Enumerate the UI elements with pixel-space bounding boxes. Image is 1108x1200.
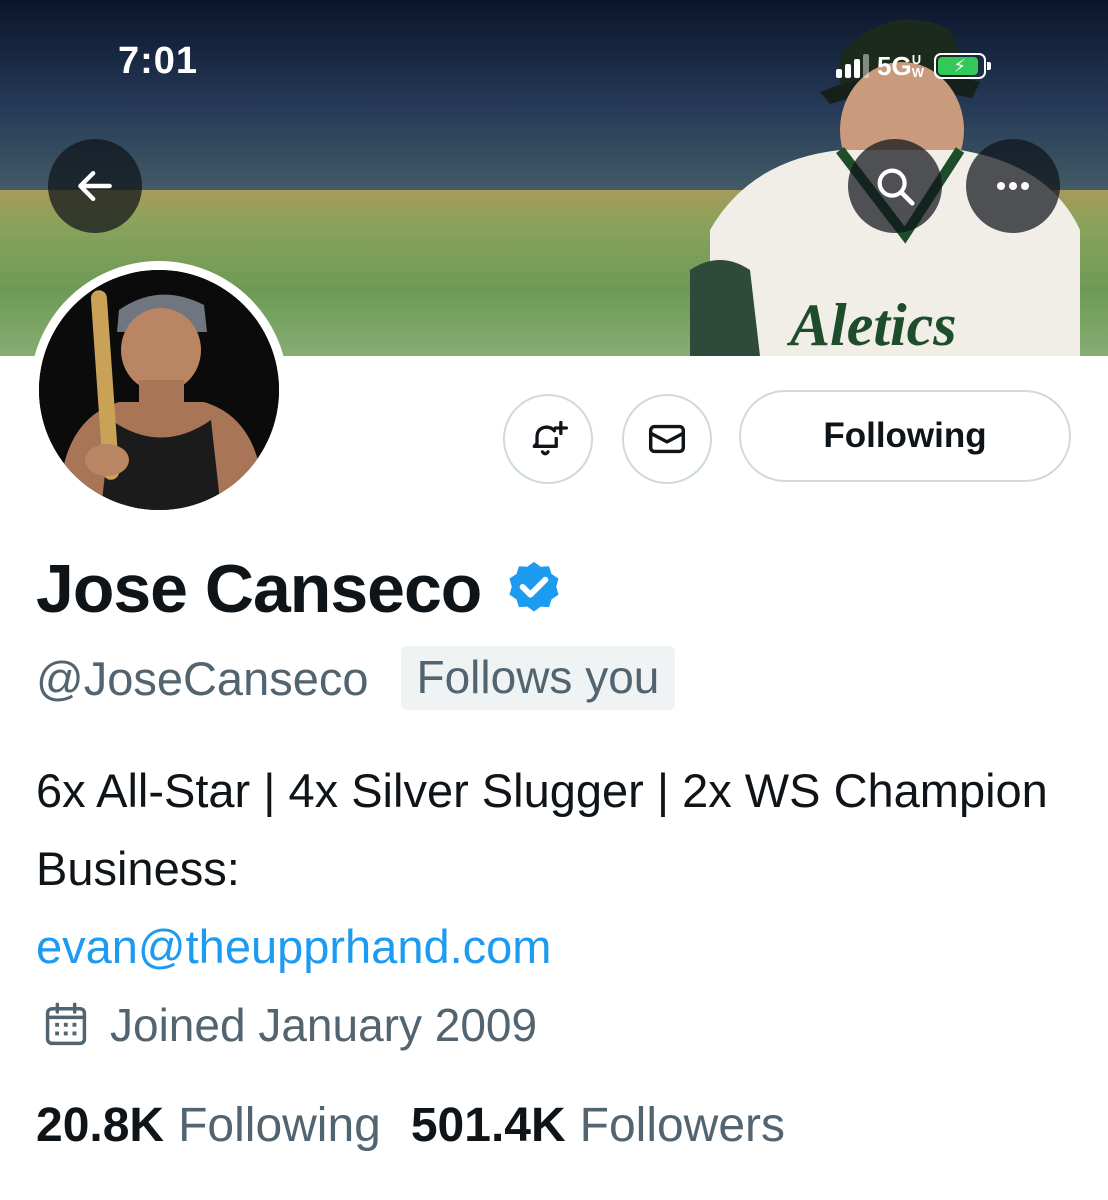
- more-horizontal-icon: [997, 182, 1029, 190]
- following-count: 20.8K: [36, 1099, 165, 1152]
- message-button[interactable]: [622, 394, 712, 484]
- following-stat-label: Following: [178, 1099, 381, 1152]
- followers-stat-label: Followers: [579, 1099, 786, 1152]
- calendar-icon: [45, 1002, 87, 1046]
- signal-icon: [836, 54, 869, 78]
- bell-plus-icon: [532, 420, 568, 456]
- following-stat[interactable]: 20.8K Following: [36, 1098, 381, 1153]
- search-button[interactable]: [848, 139, 942, 233]
- handle-row: @JoseCanseco Follows you: [36, 646, 676, 710]
- profile-handle: @JoseCanseco: [36, 651, 369, 705]
- more-button[interactable]: [966, 139, 1060, 233]
- profile-name-row: Jose Canseco: [36, 550, 565, 628]
- followers-stat[interactable]: 501.4K Followers: [411, 1098, 785, 1153]
- status-indicators: 5G UW ⚡: [836, 46, 991, 86]
- joined-row: Joined January 2009: [40, 998, 537, 1052]
- status-time: 7:01: [118, 40, 199, 82]
- avatar-photo: [39, 270, 279, 510]
- network-sub-label: UW: [911, 52, 924, 80]
- notifications-button[interactable]: [503, 394, 593, 484]
- envelope-icon: [648, 424, 686, 454]
- verified-badge-icon[interactable]: [503, 558, 565, 620]
- joined-date: Joined January 2009: [110, 999, 538, 1051]
- bio-email-link[interactable]: evan@theupprhand.com: [36, 920, 551, 973]
- follow-stats: 20.8K Following 501.4K Followers: [36, 1098, 785, 1153]
- profile-bio: 6x All-Star | 4x Silver Slugger | 2x WS …: [36, 752, 1076, 986]
- search-icon: [877, 168, 915, 206]
- followers-count: 501.4K: [410, 1099, 566, 1152]
- follows-you-badge: Follows you: [400, 646, 676, 710]
- profile-name: Jose Canseco: [36, 551, 482, 627]
- bio-text: 6x All-Star | 4x Silver Slugger | 2x WS …: [36, 764, 1048, 895]
- following-button[interactable]: Following: [739, 390, 1071, 482]
- jersey-script: Aletics: [786, 292, 957, 356]
- battery-icon: ⚡: [933, 53, 991, 79]
- arrow-left-icon: [78, 170, 112, 202]
- back-button[interactable]: [48, 139, 142, 233]
- avatar[interactable]: [30, 261, 288, 519]
- network-label: 5G: [877, 50, 912, 81]
